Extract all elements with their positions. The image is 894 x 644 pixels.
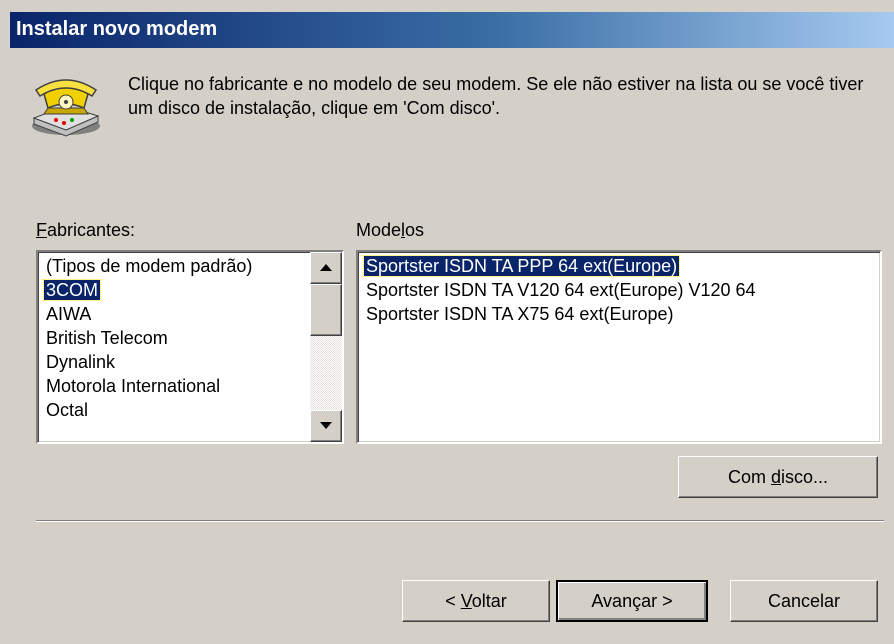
have-disk-button[interactable]: Com disco...	[678, 456, 878, 498]
manufacturer-item-label: (Tipos de modem padrão)	[46, 256, 253, 276]
manufacturers-items: (Tipos de modem padrão) 3COM AIWA British T…	[40, 254, 342, 422]
manufacturer-item-label: AIWA	[46, 304, 92, 324]
arrow-up-icon	[320, 264, 332, 271]
scroll-up-button[interactable]	[310, 252, 342, 284]
manufacturer-item[interactable]: AIWA	[40, 302, 342, 326]
next-button[interactable]: Avançar >	[556, 580, 708, 622]
manufacturers-label: Fabricantes:	[36, 220, 136, 240]
cancel-button[interactable]: Cancelar	[730, 580, 878, 622]
manufacturer-item-label: Motorola International	[46, 376, 221, 396]
manufacturers-scrollbar[interactable]	[310, 252, 342, 442]
window-title: Instalar novo modem	[16, 18, 218, 40]
manufacturer-item[interactable]: Motorola International	[40, 374, 342, 398]
scroll-thumb[interactable]	[310, 284, 342, 336]
model-item-label: Sportster ISDN TA PPP 64 ext(Europe)	[362, 255, 681, 277]
scroll-down-button[interactable]	[310, 410, 342, 442]
manufacturer-item[interactable]: British Telecom	[40, 326, 342, 350]
manufacturer-item[interactable]: (Tipos de modem padrão)	[40, 254, 342, 278]
manufacturer-item[interactable]: Dynalink	[40, 350, 342, 374]
manufacturer-item-label: 3COM	[42, 279, 102, 301]
manufacturer-item-label: Dynalink	[46, 352, 116, 372]
arrow-down-icon	[320, 422, 332, 429]
instructions-text: Clique no fabricante e no modelo de seu …	[128, 74, 864, 118]
models-items: Sportster ISDN TA PPP 64 ext(Europe) Spor…	[360, 254, 880, 326]
models-label: Modelos	[356, 220, 425, 240]
separator	[36, 520, 884, 522]
models-list[interactable]: Sportster ISDN TA PPP 64 ext(Europe) Spor…	[356, 250, 882, 444]
manufacturer-item[interactable]: Octal	[40, 398, 342, 422]
manufacturer-item-label: British Telecom	[46, 328, 168, 348]
model-item-label: Sportster ISDN TA V120 64 ext(Europe) V1…	[366, 280, 756, 300]
title-bar: Instalar novo modem	[10, 12, 894, 48]
model-item[interactable]: Sportster ISDN TA X75 64 ext(Europe)	[360, 302, 880, 326]
model-item[interactable]: Sportster ISDN TA V120 64 ext(Europe) V1…	[360, 278, 880, 302]
back-button[interactable]: < Voltar	[402, 580, 550, 622]
manufacturer-item[interactable]: 3COM	[40, 278, 342, 302]
manufacturers-list[interactable]: (Tipos de modem padrão) 3COM AIWA British T…	[36, 250, 344, 444]
model-item[interactable]: Sportster ISDN TA PPP 64 ext(Europe)	[360, 254, 880, 278]
telephone-modem-icon	[26, 72, 106, 138]
model-item-label: Sportster ISDN TA X75 64 ext(Europe)	[366, 304, 674, 324]
manufacturer-item-label: Octal	[46, 400, 89, 420]
